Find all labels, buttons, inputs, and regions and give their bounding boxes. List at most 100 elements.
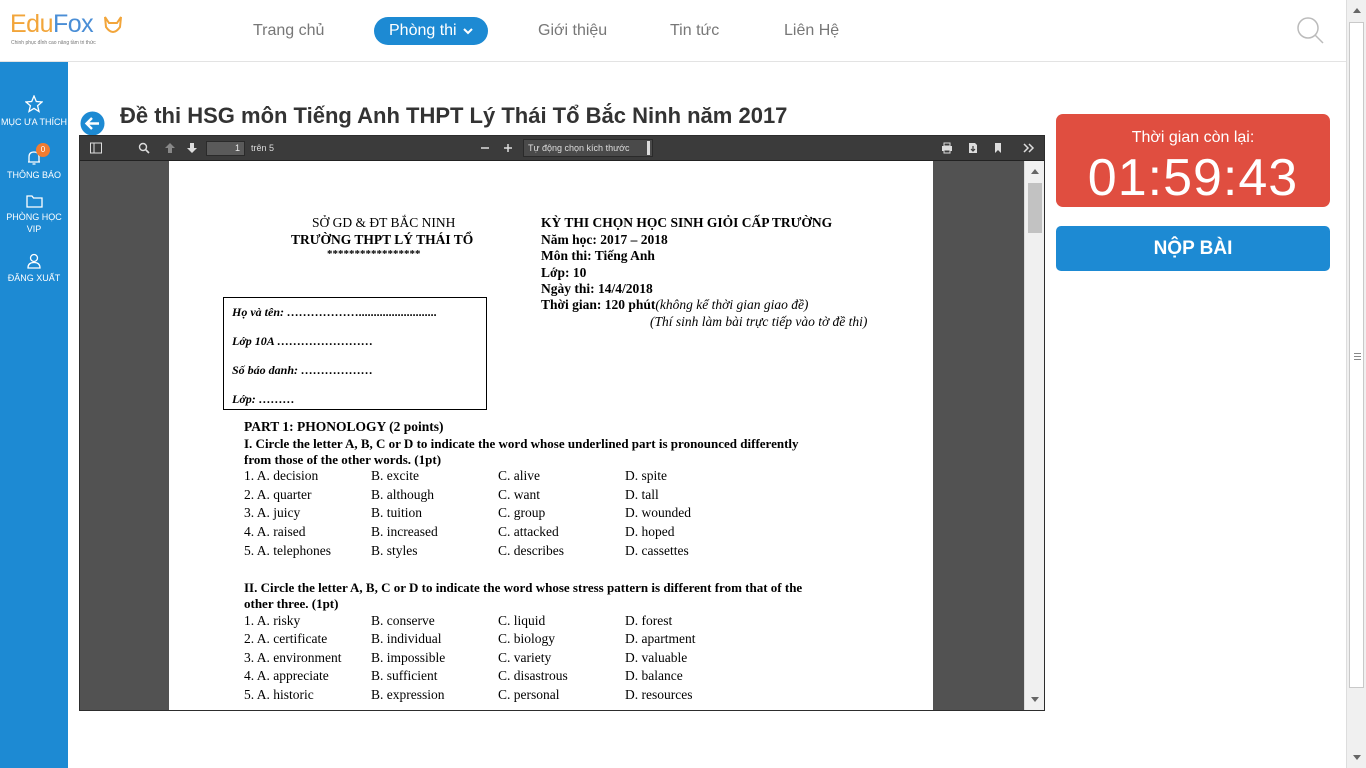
notification-count-badge: 0 <box>36 143 50 157</box>
chevron-down-icon <box>463 28 473 35</box>
window-scrollbar[interactable] <box>1346 0 1366 768</box>
question-option: 4. A. raised <box>244 524 306 539</box>
scroll-down-arrow-icon[interactable] <box>1030 696 1040 704</box>
pdf-scroll-thumb[interactable] <box>1028 183 1042 233</box>
window-scroll-thumb[interactable] <box>1349 22 1364 688</box>
section2-instruction-line1: II. Circle the letter A, B, C or D to in… <box>244 580 803 595</box>
question-option: D. wounded <box>625 505 691 520</box>
scroll-up-arrow-icon[interactable] <box>1352 6 1362 14</box>
pdf-scrollbar[interactable] <box>1024 161 1044 710</box>
sidebar-item-vip-room[interactable]: PHÒNG HỌC VIP <box>0 194 68 235</box>
box-candidate-number: Số báo danh: ……………… <box>232 363 374 377</box>
zoom-in-icon[interactable] <box>501 141 515 155</box>
timer-value: 01:59:43 <box>1087 149 1299 207</box>
question-option: C. alive <box>498 468 540 483</box>
nav-exam-room-label: Phòng thi <box>389 22 457 39</box>
nav-news[interactable]: Tin tức <box>670 17 719 45</box>
sidebar-label-vip-line1: PHÒNG HỌC <box>6 212 62 222</box>
back-arrow-icon[interactable] <box>80 111 105 136</box>
pdf-document-area[interactable]: SỞ GD & ĐT BẮC NINH TRƯỜNG THPT LÝ THÁI … <box>80 161 1024 710</box>
doc-department: SỞ GD & ĐT BẮC NINH <box>312 215 456 230</box>
question-option: D. resources <box>625 687 693 702</box>
search-icon[interactable] <box>1296 16 1324 44</box>
scroll-up-arrow-icon[interactable] <box>1030 167 1040 175</box>
pdf-toolbar: 1 trên 5 Tự động chọn kích thước <box>80 136 1044 161</box>
nav-contact[interactable]: Liên Hệ <box>784 17 839 45</box>
question-option: D. spite <box>625 468 667 483</box>
sidebar-item-favorites[interactable]: MỤC ƯA THÍCH <box>0 95 68 128</box>
sidebar-item-notifications[interactable]: 0 THÔNG BÁO <box>0 143 68 181</box>
doc-school-year: Năm học: 2017 – 2018 <box>541 232 668 247</box>
question-option: B. tuition <box>371 505 423 520</box>
box-class: Lớp: ……… <box>232 392 295 406</box>
question-option: C. disastrous <box>498 668 568 683</box>
question-option: 1. A. risky <box>244 613 301 628</box>
question-option: C. describes <box>498 543 564 558</box>
doc-subject: Môn thi: Tiếng Anh <box>541 248 655 263</box>
page-number-input[interactable]: 1 <box>206 141 245 156</box>
sidebar-item-logout[interactable]: ĐĂNG XUẤT <box>0 253 68 284</box>
box-class-10a: Lớp 10A …………………… <box>232 334 374 348</box>
student-info-box: Họ và tên: ……………….......................… <box>223 297 487 410</box>
nav-home[interactable]: Trang chủ <box>253 17 324 45</box>
question-option: B. expression <box>371 687 445 702</box>
left-sidebar: MỤC ƯA THÍCH 0 THÔNG BÁO PHÒNG HỌC VIP Đ… <box>0 62 68 768</box>
folder-icon <box>25 195 43 208</box>
page-title: Đề thi HSG môn Tiếng Anh THPT Lý Thái Tổ… <box>120 103 788 128</box>
doc-stars: ***************** <box>327 248 421 260</box>
nav-exam-room[interactable]: Phòng thi <box>374 17 489 45</box>
page-count-label: trên 5 <box>251 143 275 153</box>
section2-instruction-line2: other three. (1pt) <box>244 596 339 611</box>
print-icon[interactable] <box>940 141 954 155</box>
question-option: D. balance <box>625 668 683 683</box>
sidebar-label-vip-line2: VIP <box>26 224 42 234</box>
sidebar-label-favorites: MỤC ƯA THÍCH <box>0 117 68 127</box>
top-header: EduFox Chinh phục đỉnh cao nâng tầm tri … <box>0 0 1346 62</box>
doc-duration-bold: Thời gian: 120 phút <box>541 297 656 312</box>
question-option: D. tall <box>625 487 659 502</box>
user-icon <box>27 253 41 269</box>
nav-about[interactable]: Giới thiệu <box>538 17 607 45</box>
download-icon[interactable] <box>966 141 980 155</box>
next-page-icon[interactable] <box>185 141 199 155</box>
question-option: D. valuable <box>625 650 688 665</box>
question-option: 5. A. telephones <box>244 543 331 558</box>
tools-chevron-icon[interactable] <box>1022 141 1036 155</box>
question-option: D. apartment <box>625 631 696 646</box>
bookmark-icon[interactable] <box>991 141 1005 155</box>
doc-duration-note: (không kể thời gian giao đề) <box>655 297 809 312</box>
question-option: B. impossible <box>371 650 446 665</box>
sidebar-toggle-icon[interactable] <box>89 141 103 155</box>
question-option: C. variety <box>498 650 552 665</box>
zoom-select[interactable]: Tự động chọn kích thước <box>523 139 653 157</box>
question-option: D. cassettes <box>625 543 689 558</box>
question-option: C. biology <box>498 631 556 646</box>
question-option: 2. A. certificate <box>244 631 328 646</box>
question-option: B. individual <box>371 631 442 646</box>
question-option: B. increased <box>371 524 438 539</box>
star-icon <box>25 95 43 113</box>
question-option: C. group <box>498 505 546 520</box>
question-option: C. attacked <box>498 524 559 539</box>
question-option: B. sufficient <box>371 668 438 683</box>
question-option: B. excite <box>371 468 419 483</box>
question-option: B. styles <box>371 543 418 558</box>
previous-page-icon[interactable] <box>163 141 177 155</box>
submit-button[interactable]: NỘP BÀI <box>1056 226 1330 271</box>
scroll-down-arrow-icon[interactable] <box>1352 754 1362 762</box>
zoom-out-icon[interactable] <box>478 141 492 155</box>
find-icon[interactable] <box>137 141 151 155</box>
box-full-name: Họ và tên: ……………….......................… <box>232 305 437 319</box>
page-root: { "logo": { "brand_part1": "Edu", "brand… <box>0 0 1366 768</box>
doc-exam-date: Ngày thi: 14/4/2018 <box>541 281 653 296</box>
scroll-grip <box>1354 353 1361 354</box>
question-option: 2. A. quarter <box>244 487 312 502</box>
timer-label: Thời gian còn lại: <box>1131 129 1255 146</box>
section1-instruction-line2: from those of the other words. (1pt) <box>244 452 442 467</box>
question-option: C. liquid <box>498 613 546 628</box>
question-option: C. personal <box>498 687 560 702</box>
doc-grade: Lớp: 10 <box>541 265 587 280</box>
pdf-page: SỞ GD & ĐT BẮC NINH TRƯỜNG THPT LÝ THÁI … <box>169 161 933 710</box>
doc-exam-title: KỲ THI CHỌN HỌC SINH GIỎI CẤP TRƯỜNG <box>541 215 833 230</box>
question-option: B. conserve <box>371 613 435 628</box>
